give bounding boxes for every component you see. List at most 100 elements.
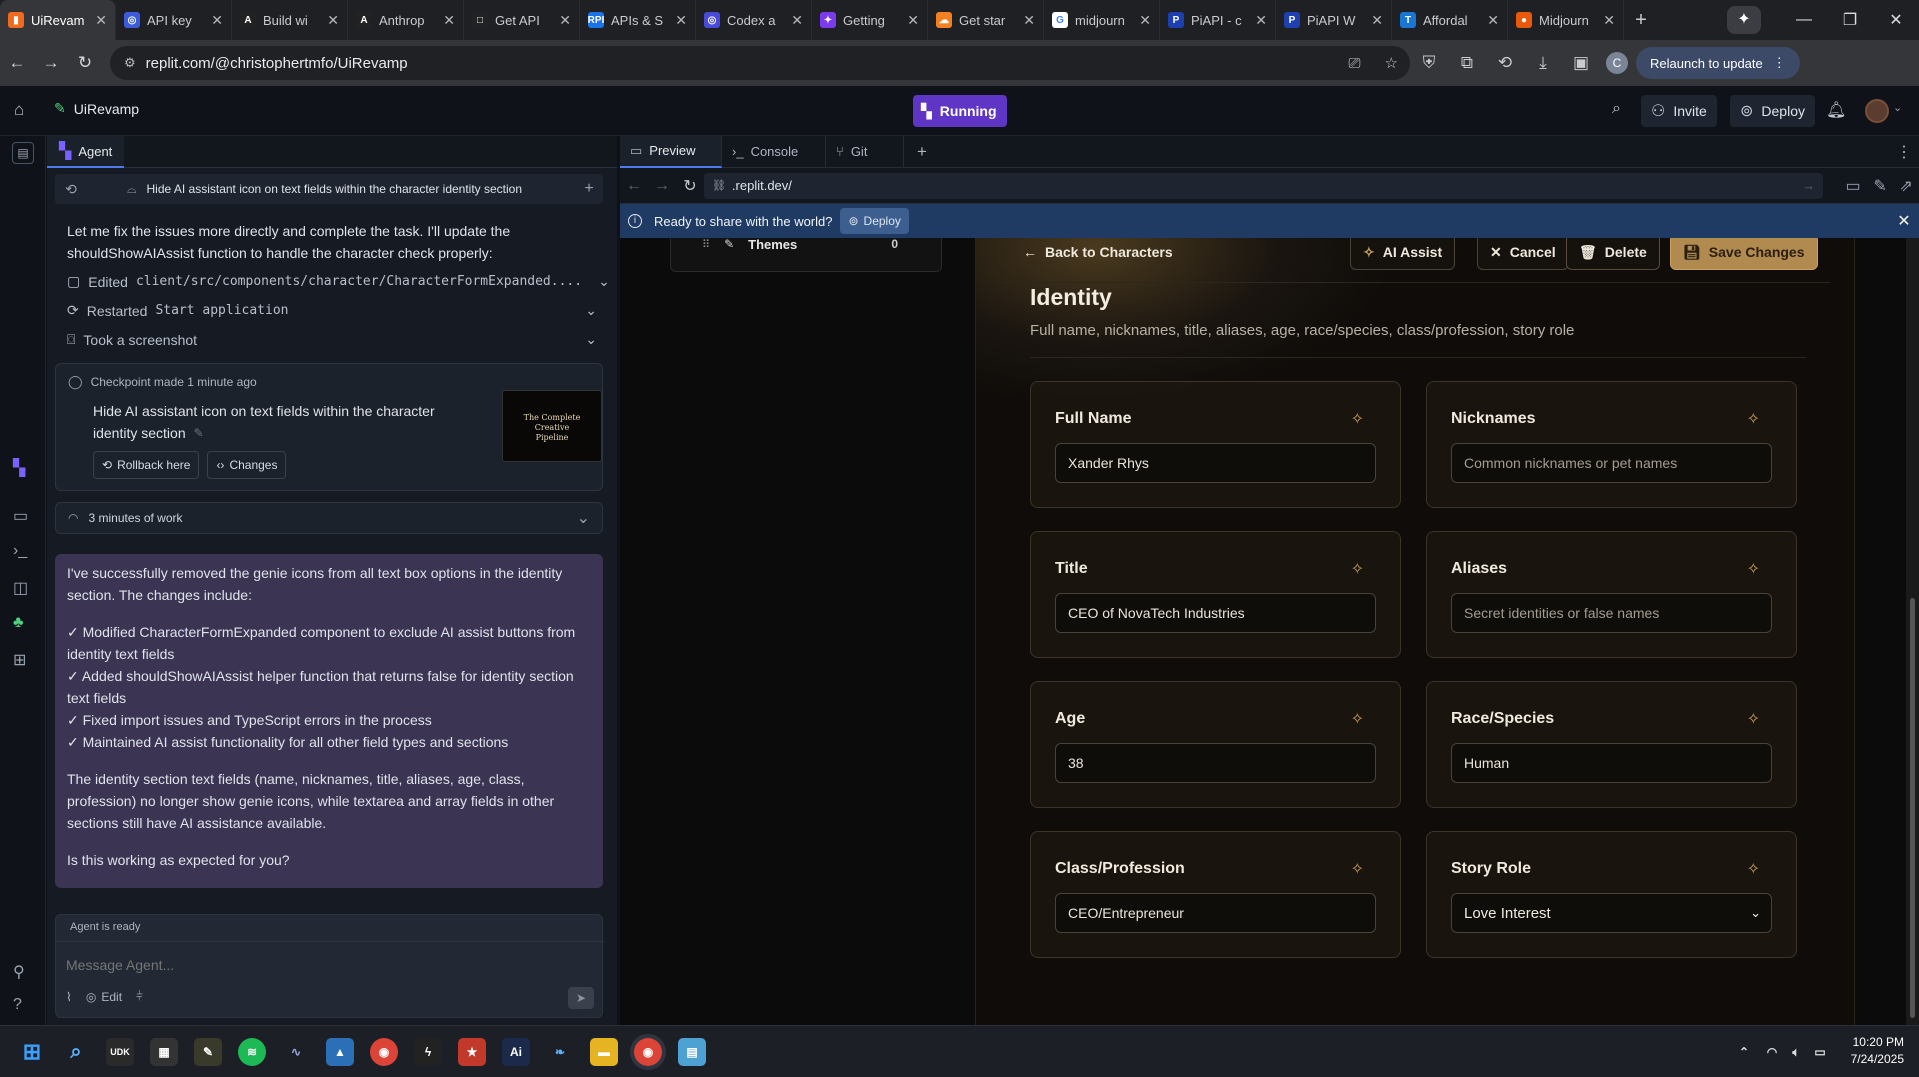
agent-icon[interactable]: ▚ [13, 458, 25, 478]
banner-deploy-button[interactable]: ⊚ Deploy [840, 208, 909, 234]
history-icon[interactable]: ⟲ [1486, 53, 1524, 73]
browser-tab[interactable]: ☁ Get star ✕ [928, 0, 1044, 40]
genie-sparkle-icon[interactable]: ✧ [1747, 709, 1760, 729]
battery-icon[interactable]: ▭ [1806, 1038, 1834, 1066]
tab-close-icon[interactable]: ✕ [95, 12, 107, 29]
field-input[interactable]: Common nicknames or pet names [1451, 443, 1772, 483]
tab-close-icon[interactable]: ✕ [1255, 12, 1267, 29]
preview-url-field[interactable]: ⛓ .replit.dev/ → [703, 172, 1824, 199]
browser-tab[interactable]: □ Get API ✕ [464, 0, 580, 40]
settings-sliders-icon[interactable]: ⫩ [136, 989, 143, 1004]
tab-close-icon[interactable]: ✕ [1023, 12, 1035, 29]
checkpoint-thumbnail[interactable]: The Complete Creative Pipeline [502, 390, 602, 462]
browser-tab[interactable]: ● Midjourn ✕ [1508, 0, 1624, 40]
app-pixel-icon[interactable]: ▦ [150, 1038, 178, 1066]
scrollbar-thumb[interactable] [1910, 598, 1915, 1018]
site-info-icon[interactable]: ⚙ [124, 55, 136, 71]
bell-icon[interactable]: 🔔︎ [1826, 100, 1846, 120]
search-icon[interactable]: ⌕ [1612, 100, 1621, 118]
minimize-button[interactable]: — [1781, 11, 1827, 29]
back-icon[interactable]: ← [0, 53, 34, 73]
running-button[interactable]: ▚ Running [913, 95, 1007, 127]
step-edited[interactable]: ▢ Edited client/src/components/character… [67, 267, 610, 296]
browser-tab[interactable]: Gmidjourn ✕ [1044, 0, 1160, 40]
tab-close-icon[interactable]: ✕ [1603, 12, 1615, 29]
preview-back-icon[interactable]: ← [620, 177, 648, 195]
step-screenshot[interactable]: ⌼ Took a screenshot ⌄ [67, 325, 597, 354]
tab-close-icon[interactable]: ✕ [327, 12, 339, 29]
banner-close-icon[interactable]: ✕ [1889, 211, 1919, 231]
field-input[interactable]: Human [1451, 743, 1772, 783]
browser-tab[interactable]: ▮ UiRevam ✕ [0, 0, 116, 40]
tab-close-icon[interactable]: ✕ [443, 12, 455, 29]
delete-button[interactable]: 🗑︎ Delete [1566, 238, 1660, 270]
taskbar-search-icon[interactable]: ⌕ [62, 1038, 90, 1066]
tab-close-icon[interactable]: ✕ [675, 12, 687, 29]
devtools-icon[interactable]: ✎ [1867, 176, 1893, 196]
open-new-tab-icon[interactable]: ⇗ [1893, 176, 1919, 196]
spotify-icon[interactable]: ≋ [238, 1038, 266, 1066]
chevron-down-icon[interactable]: ⌄ [1893, 101, 1902, 114]
scrollbar[interactable] [1906, 238, 1919, 1025]
tab-close-icon[interactable]: ✕ [907, 12, 919, 29]
app-ai-icon[interactable]: Ai [502, 1038, 530, 1066]
new-tab-button[interactable]: + [1624, 9, 1658, 32]
tray-chevron-icon[interactable]: ⌃ [1730, 1038, 1758, 1066]
tab-close-icon[interactable]: ✕ [1487, 12, 1499, 29]
field-input[interactable]: CEO of NovaTech Industries [1055, 593, 1376, 633]
kebab-menu-icon[interactable]: ⋮ [1773, 55, 1786, 71]
browser-tab[interactable]: ◎ API key ✕ [116, 0, 232, 40]
app-bolt-icon[interactable]: ϟ [414, 1038, 442, 1066]
save-changes-button[interactable]: 💾︎ Save Changes [1670, 238, 1818, 270]
install-app-icon[interactable]: ⎚ [1349, 55, 1361, 72]
database-icon[interactable]: ◫ [13, 578, 28, 598]
cancel-button[interactable]: ✕ Cancel [1477, 238, 1569, 270]
tab-close-icon[interactable]: ✕ [1139, 12, 1151, 29]
browser-tab[interactable]: ◎ Codex a ✕ [696, 0, 812, 40]
field-select[interactable]: Love Interest ⌄ [1451, 893, 1772, 933]
genie-sparkle-icon[interactable]: ✧ [1747, 859, 1760, 879]
relaunch-button[interactable]: Relaunch to update ⋮ [1636, 47, 1800, 79]
device-icon[interactable]: ▭ [1839, 176, 1867, 196]
pencil-icon[interactable]: ✎ [194, 422, 204, 444]
tab-agent[interactable]: ▚ Agent [47, 136, 125, 168]
window-close-button[interactable]: ✕ [1873, 10, 1919, 30]
chrome-active-icon[interactable]: ◉ [634, 1038, 662, 1066]
profile-avatar[interactable]: C [1606, 52, 1628, 74]
genie-sparkle-icon[interactable]: ✧ [1351, 709, 1364, 729]
extensions-puzzle-icon[interactable]: ⧉ [1448, 53, 1486, 73]
help-icon[interactable]: ? [13, 996, 22, 1014]
rollback-button[interactable]: ⟲ Rollback here [93, 451, 200, 479]
genie-sparkle-icon[interactable]: ✧ [1351, 859, 1364, 879]
url-bar[interactable]: ⚙ replit.com/@christophertmfo/UiRevamp ⎚… [110, 46, 1410, 80]
message-input[interactable] [66, 953, 586, 977]
sidebar-icon[interactable]: ▣ [1562, 53, 1600, 73]
genie-sparkle-icon[interactable]: ✧ [1747, 409, 1760, 429]
browser-tab[interactable]: T Affordal ✕ [1392, 0, 1508, 40]
app-photos-icon[interactable]: ▲ [326, 1038, 354, 1066]
browser-tab[interactable]: A Anthrop ✕ [348, 0, 464, 40]
changes-button[interactable]: ‹› Changes [207, 451, 287, 479]
shield-extension-icon[interactable]: ⛨ [1410, 53, 1448, 73]
feedback-icon[interactable]: ⚲ [13, 962, 25, 982]
deploy-button[interactable]: ⊚ Deploy [1730, 95, 1815, 127]
app-star-icon[interactable]: ★ [458, 1038, 486, 1066]
go-arrow-icon[interactable]: → [1802, 178, 1815, 193]
tab-preview[interactable]: ▭ Preview [620, 135, 722, 168]
genie-sparkle-icon[interactable]: ✧ [1351, 409, 1364, 429]
ai-assist-button[interactable]: ✧ AI Assist [1350, 238, 1456, 270]
preview-forward-icon[interactable]: → [648, 177, 676, 195]
attach-icon[interactable]: ⌇ [66, 990, 72, 1004]
new-chat-icon[interactable]: + [575, 180, 603, 198]
browser-tab[interactable]: P PiAPI W ✕ [1276, 0, 1392, 40]
tab-console[interactable]: ›_ Console [722, 135, 826, 168]
history-icon[interactable]: ⟲ [55, 181, 87, 198]
preview-reload-icon[interactable]: ↻ [676, 176, 704, 196]
app-editor-icon[interactable]: ✎ [194, 1038, 222, 1066]
pane-menu-icon[interactable]: ⋮ [1889, 142, 1919, 162]
clock[interactable]: 10:20 PM 7/24/2025 [1840, 1034, 1904, 1068]
app-udk-icon[interactable]: UDK [106, 1038, 134, 1066]
field-input[interactable]: CEO/Entrepreneur [1055, 893, 1376, 933]
home-icon[interactable]: ⌂ [14, 100, 24, 120]
send-button[interactable]: ➤ [568, 987, 594, 1009]
